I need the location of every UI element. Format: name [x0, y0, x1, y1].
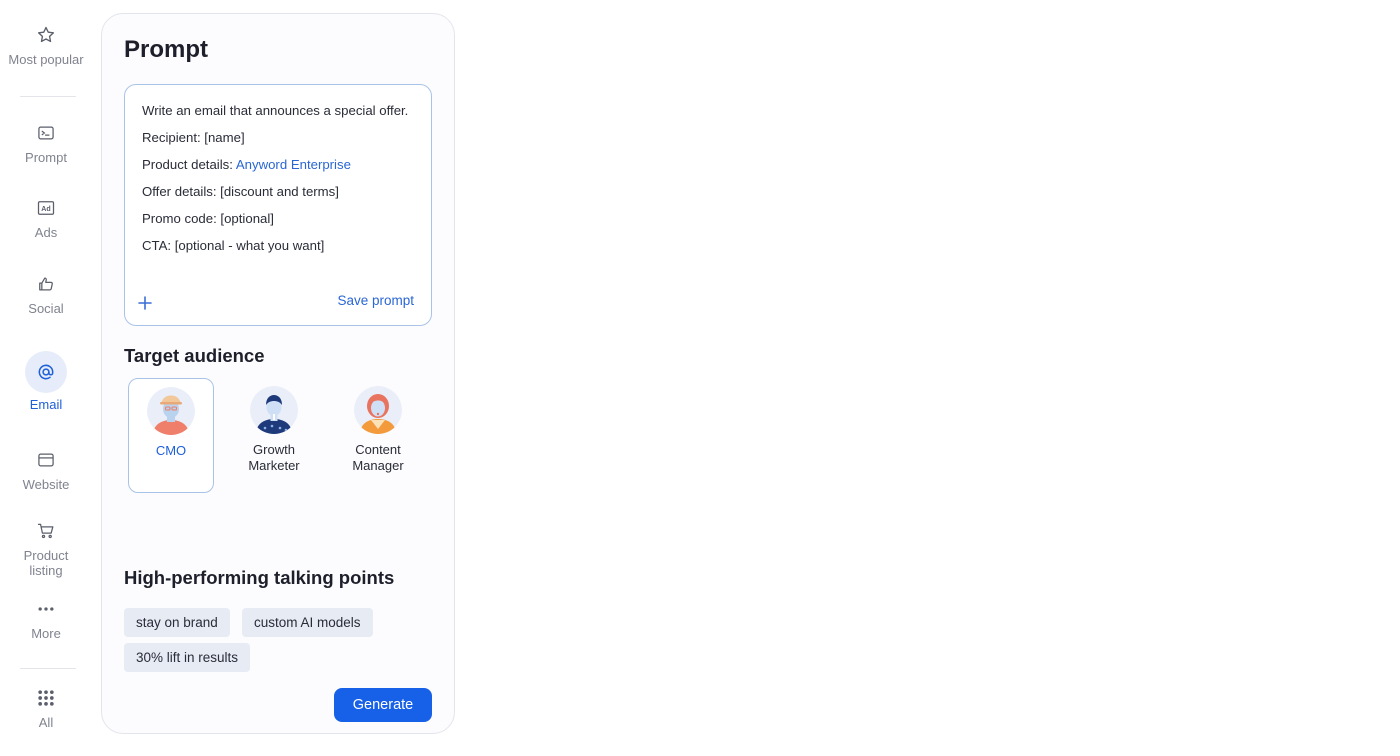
prompt-line-label: Product details:: [142, 157, 236, 172]
sidebar-item-more[interactable]: More: [0, 596, 92, 641]
talking-points-title: High-performing talking points: [124, 567, 395, 588]
target-audience-title: Target audience: [124, 345, 265, 366]
prompt-line: Recipient: [name]: [142, 130, 245, 145]
sidebar-item-label: All: [38, 715, 54, 730]
talking-point-chip[interactable]: 30% lift in results: [124, 643, 251, 672]
persona-label: CMO: [155, 443, 187, 458]
generate-button[interactable]: Generate: [334, 688, 432, 722]
star-icon: [33, 22, 59, 48]
talking-point-chip[interactable]: custom AI models: [242, 608, 373, 637]
browser-window-icon: [33, 447, 59, 473]
sidebar-item-website[interactable]: Website: [0, 447, 92, 492]
sidebar-item-label: Email: [29, 397, 63, 412]
prompt-line: Write an email that announces a special …: [142, 103, 409, 118]
persona-growth-marketer[interactable]: Growth Marketer: [231, 378, 317, 493]
sidebar-divider: [20, 96, 76, 97]
persona-label: Growth Marketer: [248, 442, 300, 473]
sidebar-item-product-listing[interactable]: Product listing: [0, 518, 92, 578]
grid-icon: [33, 685, 59, 711]
terminal-icon: [33, 120, 59, 146]
svg-text:Ad: Ad: [41, 205, 50, 213]
sidebar-item-label: Prompt: [25, 150, 67, 165]
sidebar-item-label: Product listing: [23, 548, 69, 578]
prompt-line: Promo code: [optional]: [142, 211, 274, 226]
sidebar-item-all[interactable]: All: [0, 685, 92, 730]
sidebar-item-label: Social: [28, 301, 64, 316]
thumbs-up-icon: [33, 271, 59, 297]
sidebar-item-label: Most popular: [8, 52, 84, 67]
sidebar-item-label: Website: [22, 477, 70, 492]
prompt-panel: Prompt Write an email that announces a s…: [101, 13, 455, 734]
left-sidebar: Most popular Prompt Ad Ads Social Email …: [0, 0, 92, 756]
at-sign-icon: [25, 351, 67, 393]
sidebar-item-ads[interactable]: Ad Ads: [0, 195, 92, 240]
talking-point-chip[interactable]: stay on brand: [124, 608, 230, 637]
content-manager-avatar: [354, 386, 402, 434]
persona-content-manager[interactable]: Content Manager: [335, 378, 421, 493]
prompt-editor[interactable]: Write an email that announces a special …: [124, 84, 432, 326]
sidebar-item-social[interactable]: Social: [0, 271, 92, 316]
sidebar-item-label: More: [31, 626, 61, 641]
add-icon[interactable]: [137, 295, 153, 311]
ad-icon: Ad: [33, 195, 59, 221]
persona-cmo[interactable]: CMO: [128, 378, 214, 493]
prompt-line: Offer details: [discount and terms]: [142, 184, 339, 199]
product-details-value[interactable]: Anyword Enterprise: [236, 157, 351, 172]
cmo-avatar: [147, 387, 195, 435]
panel-title: Prompt: [124, 36, 208, 63]
prompt-line: CTA: [optional - what you want]: [142, 238, 325, 253]
more-dots-icon: [33, 596, 59, 622]
save-prompt-button[interactable]: Save prompt: [337, 293, 414, 308]
sidebar-divider: [20, 668, 76, 669]
prompt-text[interactable]: Write an email that announces a special …: [142, 103, 418, 265]
prompt-line-product: Product details: Anyword Enterprise: [142, 157, 418, 174]
sidebar-item-prompt[interactable]: Prompt: [0, 120, 92, 165]
persona-label: Content Manager: [352, 442, 404, 473]
sidebar-item-label: Ads: [34, 225, 58, 240]
sidebar-item-email[interactable]: Email: [0, 351, 92, 412]
cart-icon: [33, 518, 59, 544]
growth-marketer-avatar: [250, 386, 298, 434]
sidebar-item-most-popular[interactable]: Most popular: [0, 22, 92, 67]
